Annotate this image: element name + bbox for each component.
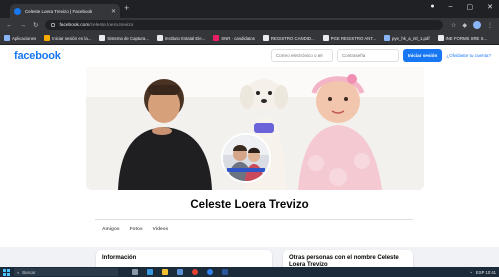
task-view-icon[interactable] xyxy=(132,269,138,275)
bookmark-item[interactable]: REGISTRO CANDID... xyxy=(262,35,315,41)
bookmark-icon xyxy=(322,35,329,41)
bookmark-icon xyxy=(262,35,269,41)
app-icon[interactable] xyxy=(207,269,213,275)
tab-friends[interactable]: Amigos xyxy=(102,227,120,232)
browser-tab[interactable]: Celeste Loera Trevizo | Facebook ✕ xyxy=(10,4,120,18)
bookmark-item[interactable]: Instituto Estatal Ele... xyxy=(156,35,206,41)
bookmark-item[interactable]: Aplicaciones xyxy=(4,35,36,41)
bookmarks-bar: Aplicaciones Iniciar sesión en la... Siste… xyxy=(0,32,499,45)
back-icon[interactable]: ← xyxy=(6,22,13,29)
url-host: facebook.com xyxy=(59,22,90,28)
bookmark-label: INE FORMS SRE S... xyxy=(445,35,488,41)
windows-taskbar: ⌕ Buscar ◔ ESP 10:41 xyxy=(0,267,499,277)
new-tab-icon[interactable]: + xyxy=(124,3,129,13)
bookmark-item[interactable]: Sistema de Captura... xyxy=(99,35,149,41)
login-form: Iniciar sesión ¿Olvidaste tu cuenta? xyxy=(270,49,491,62)
bookmark-item[interactable]: SNR · candidatos xyxy=(213,35,255,41)
network-icon[interactable]: ◔ xyxy=(470,270,473,275)
system-tray: ◔ ESP 10:41 xyxy=(470,270,496,275)
bookmark-icon xyxy=(384,35,390,41)
facebook-header: facebook Iniciar sesión ¿Olvidaste tu cu… xyxy=(0,45,499,67)
tab-title: Celeste Loera Trevizo | Facebook xyxy=(25,8,93,14)
email-field[interactable] xyxy=(270,49,333,62)
bookmark-label: Sistema de Captura... xyxy=(107,35,149,41)
browser-tab-bar: Celeste Loera Trevizo | Facebook ✕ + ● –… xyxy=(0,0,499,18)
forward-icon[interactable]: → xyxy=(20,22,27,29)
facebook-favicon-icon xyxy=(14,7,21,15)
bookmark-label: PGE REGISTRO ANT... xyxy=(330,35,376,41)
profile-divider xyxy=(95,219,413,220)
profile-section: Celeste Loera Trevizo Amigos Fotos Video… xyxy=(0,67,499,247)
bookmark-item[interactable]: pye_hk_a_ntl_1.pdf xyxy=(384,35,430,41)
close-window-icon[interactable]: ✕ xyxy=(487,3,493,11)
taskbar-apps xyxy=(132,269,228,275)
bookmark-label: REGISTRO CANDID... xyxy=(270,35,315,41)
store-icon[interactable] xyxy=(177,269,183,275)
star-icon[interactable]: ☆ xyxy=(451,22,456,29)
chrome-icon[interactable] xyxy=(192,269,198,275)
tab-videos[interactable]: Videos xyxy=(153,227,169,232)
info-card-title: Información xyxy=(102,255,137,261)
windows-icon[interactable] xyxy=(3,268,10,276)
bookmark-icon xyxy=(4,35,10,41)
bookmark-icon xyxy=(44,35,51,41)
bookmark-item[interactable]: INE FORMS SRE S... xyxy=(437,35,488,41)
bookmark-label: Iniciar sesión en la... xyxy=(52,35,92,41)
bookmark-label: SNR · candidatos xyxy=(221,35,255,41)
bookmark-icon xyxy=(156,35,163,41)
search-icon: ⌕ xyxy=(17,269,20,275)
bookmark-icon xyxy=(437,35,444,41)
file-explorer-icon[interactable] xyxy=(162,269,168,275)
profile-picture[interactable] xyxy=(221,133,271,183)
tray-text[interactable]: ESP 10:41 xyxy=(476,270,496,275)
menu-icon[interactable]: ⋮ xyxy=(487,22,493,29)
address-bar-row: ← → ↻ facebook.com /celeste.loera.treviz… xyxy=(0,18,499,32)
bookmark-item[interactable]: Iniciar sesión en la... xyxy=(44,35,91,41)
profile-picture-image xyxy=(223,135,269,181)
reload-icon[interactable]: ↻ xyxy=(33,21,38,29)
close-tab-icon[interactable]: ✕ xyxy=(111,8,116,15)
address-bar[interactable]: facebook.com /celeste.loera.trevizo xyxy=(45,20,443,30)
edge-icon[interactable] xyxy=(147,269,153,275)
bookmark-icon xyxy=(213,35,220,41)
profile-name: Celeste Loera Trevizo xyxy=(190,199,309,211)
password-field[interactable] xyxy=(336,49,399,62)
bookmark-label: pye_hk_a_ntl_1.pdf xyxy=(392,35,430,41)
taskbar-search[interactable]: ⌕ Buscar xyxy=(14,268,118,276)
bookmark-icon xyxy=(99,35,106,41)
extensions-icon[interactable]: ◆ xyxy=(462,22,467,29)
word-icon[interactable] xyxy=(222,269,228,275)
forgot-account-link[interactable]: ¿Olvidaste tu cuenta? xyxy=(446,53,491,58)
maximize-icon[interactable]: ▢ xyxy=(467,3,474,11)
window-controls: ● – ▢ ✕ xyxy=(430,3,493,11)
bookmark-item[interactable]: PGE REGISTRO ANT... xyxy=(322,35,376,41)
tab-photos[interactable]: Fotos xyxy=(130,227,143,232)
url-path: /celeste.loera.trevizo xyxy=(89,22,134,28)
taskbar-search-label: Buscar xyxy=(22,269,36,275)
browser-avatar[interactable] xyxy=(473,21,481,29)
minimize-icon[interactable]: – xyxy=(449,3,453,11)
bookmark-label: Instituto Estatal Ele... xyxy=(164,35,206,41)
profile-icon[interactable]: ● xyxy=(430,3,434,11)
facebook-logo[interactable]: facebook xyxy=(14,50,61,62)
profile-tabs: Amigos Fotos Videos xyxy=(102,227,168,232)
lock-icon xyxy=(51,23,56,27)
login-button[interactable]: Iniciar sesión xyxy=(402,49,443,62)
bookmark-label: Aplicaciones xyxy=(12,35,37,41)
